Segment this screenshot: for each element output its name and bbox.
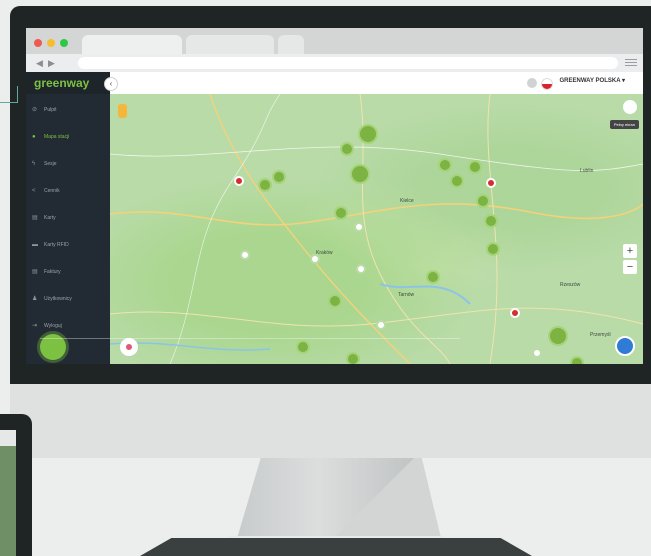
station-marker-offline[interactable] — [356, 264, 366, 274]
station-marker[interactable] — [328, 294, 342, 308]
station-marker[interactable] — [340, 142, 354, 156]
sidebar-item-invoices[interactable]: ▤ Faktury — [32, 266, 61, 278]
sidebar-item-label: Sesje — [44, 161, 57, 167]
browser-tab-active[interactable] — [82, 35, 182, 54]
station-marker[interactable] — [450, 174, 464, 188]
close-window-icon[interactable] — [34, 39, 42, 47]
bolt-icon: ϟ — [32, 161, 36, 167]
browser-address-bar: ◀ ▶ — [26, 54, 643, 72]
sidebar: ⊘ Pulpit ● Mapa stacji ϟ Sesje < Cennik ▤ Kar… — [26, 94, 110, 364]
monitor-stand-base — [140, 538, 532, 556]
station-cluster-marker[interactable] — [358, 124, 378, 144]
station-marker-offline[interactable] — [240, 250, 250, 260]
sidebar-item-sessions[interactable]: ϟ Sesje — [32, 158, 57, 170]
city-label: Tarnów — [398, 292, 415, 298]
back-arrow-icon[interactable]: ◀ — [36, 58, 43, 69]
station-marker[interactable] — [484, 214, 498, 228]
browser-tab[interactable] — [186, 35, 274, 54]
sidebar-item-label: Faktury — [44, 269, 61, 275]
app-header: GREENWAY POLSKA ▾ — [110, 72, 643, 95]
station-filter-icon[interactable] — [120, 338, 138, 356]
station-marker[interactable] — [570, 356, 584, 364]
callout-line — [17, 86, 18, 103]
city-label: Kielce — [400, 198, 414, 204]
app-logo[interactable]: greenway — [26, 72, 110, 94]
logout-icon: ⇥ — [32, 323, 38, 329]
dashboard-icon: ⊘ — [32, 107, 38, 113]
sidebar-item-cards[interactable]: ▤ Karty — [32, 212, 56, 224]
secondary-device-screen — [0, 446, 16, 556]
map-layer-icon[interactable] — [118, 104, 127, 118]
invoice-icon: ▤ — [32, 269, 38, 275]
sidebar-item-label: Cennik — [44, 188, 60, 194]
station-marker-offline[interactable] — [376, 320, 386, 330]
sidebar-collapse-icon[interactable]: ‹ — [104, 77, 118, 91]
sidebar-item-label: Pulpit — [44, 107, 57, 113]
sidebar-item-label: Wyloguj — [44, 323, 62, 329]
city-label: Kraków — [316, 250, 333, 256]
sidebar-item-station-map[interactable]: ● Mapa stacji — [32, 131, 69, 143]
sidebar-item-label: Użytkownicy — [44, 296, 72, 302]
zoom-out-button[interactable]: − — [623, 260, 637, 274]
city-label: Przemyśl — [590, 332, 611, 338]
station-marker[interactable] — [426, 270, 440, 284]
station-marker[interactable] — [346, 352, 360, 364]
fullscreen-tooltip: Pełny ekran — [609, 120, 639, 129]
station-marker[interactable] — [476, 194, 490, 208]
company-selector[interactable]: GREENWAY POLSKA ▾ — [560, 77, 625, 84]
company-name: GREENWAY POLSKA — [559, 78, 621, 84]
notification-icon[interactable] — [527, 78, 537, 88]
language-flag-icon[interactable] — [541, 78, 553, 90]
callout-line — [40, 338, 460, 339]
station-marker[interactable] — [272, 170, 286, 184]
station-map[interactable]: Pełny ekran + − Kraków Rzeszów Tarnów Ki… — [110, 94, 643, 364]
station-marker[interactable] — [486, 242, 500, 256]
browser-tab-bar — [26, 28, 643, 54]
minimize-window-icon[interactable] — [47, 39, 55, 47]
url-field[interactable] — [78, 57, 618, 69]
my-location-icon[interactable] — [615, 336, 635, 356]
city-label: Lublin — [580, 168, 594, 174]
station-marker-busy[interactable] — [510, 308, 520, 318]
sidebar-item-dashboard[interactable]: ⊘ Pulpit — [32, 104, 57, 116]
monitor-screen: ◀ ▶ greenway GREENWAY POLSKA ▾ ‹ ⊘ Pulpit… — [26, 28, 643, 364]
sidebar-item-rfid[interactable]: ▬ Karty RFID — [32, 239, 69, 251]
maximize-window-icon[interactable] — [60, 39, 68, 47]
station-marker[interactable] — [438, 158, 452, 172]
rfid-icon: ▬ — [32, 242, 38, 248]
sidebar-item-label: Karty RFID — [44, 242, 69, 248]
user-icon: ♟ — [32, 296, 38, 302]
forward-arrow-icon[interactable]: ▶ — [48, 58, 55, 69]
station-cluster-marker[interactable] — [548, 326, 568, 346]
station-marker[interactable] — [334, 206, 348, 220]
station-marker[interactable] — [258, 178, 272, 192]
fullscreen-icon[interactable] — [623, 100, 637, 114]
station-marker-offline[interactable] — [532, 348, 542, 358]
sidebar-item-pricing[interactable]: < Cennik — [32, 185, 60, 197]
sidebar-item-label: Karty — [44, 215, 56, 221]
secondary-device-toolbar — [0, 430, 16, 446]
station-marker-busy[interactable] — [486, 178, 496, 188]
map-pin-icon: ● — [32, 134, 36, 140]
zoom-in-button[interactable]: + — [623, 244, 637, 258]
station-marker[interactable] — [296, 340, 310, 354]
card-icon: ▤ — [32, 215, 38, 221]
browser-menu-icon[interactable] — [625, 57, 637, 67]
tag-icon: < — [32, 188, 36, 194]
new-tab-button[interactable] — [278, 35, 304, 54]
city-label: Rzeszów — [560, 282, 581, 288]
station-marker[interactable] — [468, 160, 482, 174]
sidebar-item-logout[interactable]: ⇥ Wyloguj — [32, 320, 62, 332]
callout-line — [0, 102, 18, 103]
station-marker-offline[interactable] — [354, 222, 364, 232]
sidebar-item-label: Mapa stacji — [44, 134, 70, 140]
station-marker-busy[interactable] — [234, 176, 244, 186]
sidebar-item-users[interactable]: ♟ Użytkownicy — [32, 293, 72, 305]
station-cluster-marker[interactable] — [350, 164, 370, 184]
